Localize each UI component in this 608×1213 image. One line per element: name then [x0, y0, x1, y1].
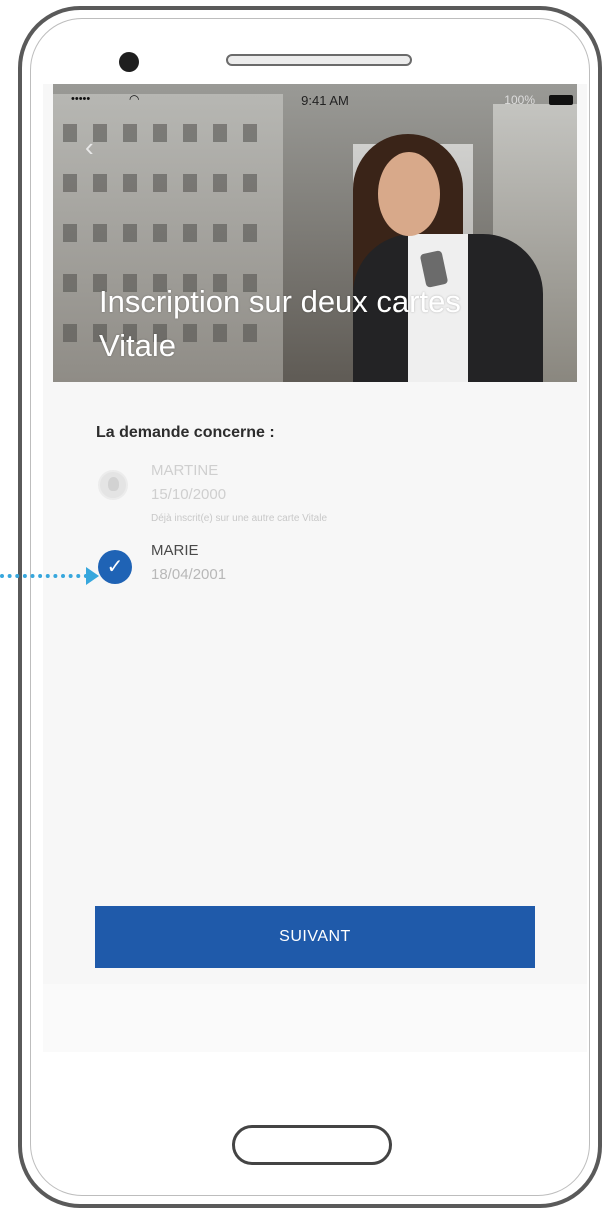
next-button[interactable]: SUIVANT [95, 906, 535, 968]
person-name: MARIE [151, 542, 199, 559]
home-button[interactable] [232, 1125, 392, 1165]
window-row [63, 224, 273, 242]
pointer-arrow-icon [86, 567, 99, 585]
battery-icon [549, 95, 573, 105]
pointer-arrow-line [0, 574, 88, 578]
window-row [63, 124, 273, 142]
status-bar: ••••• ◠ 9:41 AM 100% [63, 92, 577, 110]
screen-footer [43, 984, 587, 1052]
woman-face [378, 152, 440, 236]
window-row [63, 174, 273, 192]
status-time: 9:41 AM [301, 93, 349, 108]
phone-screen: ••••• ◠ 9:41 AM 100% ‹ Inscription sur d… [43, 84, 587, 1052]
person-birthdate: 18/04/2001 [151, 566, 227, 583]
person-name: MARTINE [151, 462, 219, 479]
chevron-left-icon[interactable]: ‹ [85, 134, 94, 160]
question-label: La demande concerne : [96, 424, 275, 441]
battery-percent: 100% [504, 93, 535, 107]
person-avatar-icon [98, 470, 128, 500]
page-title: Inscription sur deux cartes Vitale [99, 284, 461, 363]
earpiece-speaker [226, 54, 412, 66]
person-note: Déjà inscrit(e) sur une autre carte Vita… [151, 513, 328, 524]
hero-image: ••••• ◠ 9:41 AM 100% ‹ Inscription sur d… [53, 84, 577, 382]
person-birthdate: 15/10/2000 [151, 486, 227, 503]
check-icon[interactable]: ✓ [98, 550, 132, 584]
front-camera [119, 52, 139, 72]
